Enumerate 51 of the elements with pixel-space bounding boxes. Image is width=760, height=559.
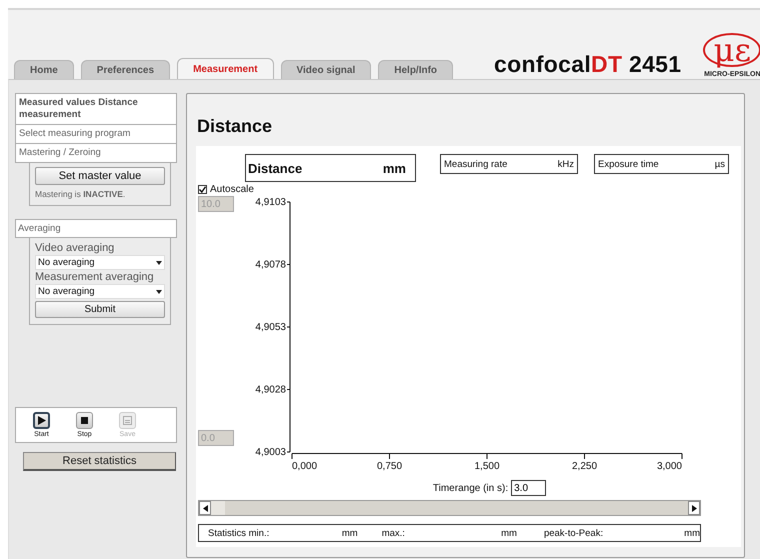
statistics-label: max.: bbox=[382, 528, 406, 538]
tab[interactable]: Measurement bbox=[177, 58, 274, 79]
y-tick-label: 4,9028 bbox=[255, 384, 286, 396]
sidebar-item[interactable]: Measured values Distance measurement bbox=[16, 94, 176, 125]
x-tick-label: 0,750 bbox=[376, 461, 402, 472]
x-tick-label: 2,250 bbox=[572, 461, 598, 472]
statistics-label: peak-to-Peak: bbox=[544, 528, 604, 538]
mastering-status: Mastering is INACTIVE. bbox=[35, 189, 126, 199]
horizontal-scrollbar[interactable] bbox=[198, 500, 701, 516]
tab[interactable]: Help/Info bbox=[378, 60, 454, 79]
play-icon bbox=[37, 416, 46, 425]
sidebar-item[interactable]: Mastering / Zeroing bbox=[16, 144, 176, 162]
stop-icon bbox=[80, 416, 89, 425]
readout-box: Measuring rate kHz bbox=[440, 154, 578, 174]
product-title: confocalDT 2451 bbox=[494, 51, 682, 78]
y-tick-label: 4,9053 bbox=[255, 322, 286, 333]
tab[interactable]: Video signal bbox=[280, 60, 372, 79]
caret-icon bbox=[156, 290, 162, 294]
reset-statistics-button[interactable]: Reset statistics bbox=[23, 452, 176, 471]
x-tick-label: 3,000 bbox=[656, 461, 682, 472]
tab[interactable]: Preferences bbox=[80, 60, 170, 79]
autoscale-checkbox[interactable]: Autoscale bbox=[198, 184, 254, 195]
y-tick-label: 4,9103 bbox=[255, 197, 286, 208]
timerange-field[interactable]: 3.0 bbox=[511, 480, 546, 496]
tab[interactable]: Home bbox=[14, 60, 74, 79]
sidebar-item[interactable]: Select measuring program bbox=[16, 125, 176, 144]
y-tick-label: 4,9078 bbox=[255, 260, 286, 270]
x-tick-label: 0,000 bbox=[292, 461, 318, 472]
y-tick-label: 4,9003 bbox=[255, 447, 286, 458]
averaging-dropdown[interactable]: No averaging bbox=[35, 284, 165, 299]
submit-button[interactable]: Submit bbox=[35, 301, 165, 318]
readout-box: Exposure time µs bbox=[594, 154, 729, 174]
section-header[interactable]: Averaging bbox=[15, 219, 177, 238]
field-label: Timerange (in s): bbox=[432, 482, 508, 494]
page-title: Distance bbox=[196, 115, 274, 138]
caret-icon bbox=[156, 260, 162, 264]
logo-symbol: με bbox=[703, 33, 760, 67]
x-tick-label: 1,500 bbox=[474, 461, 500, 472]
checkmark-icon bbox=[199, 186, 206, 193]
unit-label: mm bbox=[501, 528, 517, 538]
unit-label: mm bbox=[684, 528, 700, 538]
right-arrow-icon[interactable] bbox=[692, 504, 696, 512]
left-arrow-icon[interactable] bbox=[202, 504, 208, 512]
statistics-label: Statistics min.: bbox=[208, 528, 270, 538]
unit-label: mm bbox=[342, 528, 358, 538]
averaging-dropdown[interactable]: No averaging bbox=[35, 255, 165, 270]
field-label: Video averaging bbox=[35, 242, 116, 255]
set-master-button[interactable]: Set master value bbox=[35, 167, 165, 185]
readout-box: Distance mm bbox=[245, 154, 416, 182]
scrollbar-thumb[interactable] bbox=[211, 501, 225, 515]
field-label: Measurement averaging bbox=[35, 271, 155, 284]
